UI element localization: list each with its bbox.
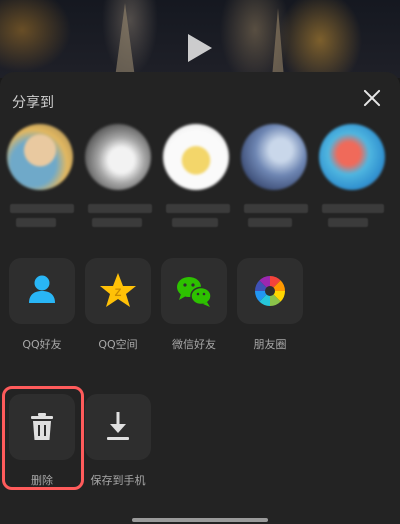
avatar [85, 124, 151, 190]
share-wechat-button[interactable]: 微信好友 [160, 258, 230, 358]
share-qq-friend-button[interactable]: QQ好友 [8, 258, 78, 358]
delete-button[interactable]: 删除 [8, 394, 78, 490]
app-tile [161, 258, 227, 324]
blurred-name [88, 204, 152, 213]
blurred-name [328, 218, 368, 227]
app-label: 保存到手机 [90, 474, 146, 487]
app-label: QQ空间 [98, 338, 138, 351]
share-actions: 删除 保存到手机 [0, 386, 400, 498]
contact-item[interactable] [80, 124, 156, 244]
play-icon[interactable] [188, 34, 212, 62]
save-to-phone-button[interactable]: 保存到手机 [84, 394, 154, 490]
avatar [241, 124, 307, 190]
share-moments-button[interactable]: 朋友圈 [236, 258, 306, 358]
download-icon [107, 412, 129, 440]
app-label: QQ好友 [22, 338, 62, 351]
blurred-name [248, 218, 292, 227]
contact-item[interactable] [2, 124, 78, 244]
avatar [7, 124, 73, 190]
close-icon[interactable] [360, 86, 384, 110]
app-tile [85, 394, 151, 460]
avatar [319, 124, 385, 190]
contact-item[interactable] [158, 124, 234, 244]
share-apps: QQ好友 Z QQ空间 微信好友 朋友圈 [0, 258, 400, 358]
svg-text:Z: Z [115, 287, 122, 299]
moments-aperture-icon [255, 276, 285, 306]
wechat-icon [177, 277, 212, 307]
app-tile [9, 258, 75, 324]
app-tile: Z [85, 258, 151, 324]
home-indicator [132, 518, 268, 522]
blurred-name [172, 218, 218, 227]
qq-friend-icon [29, 275, 55, 303]
trash-icon [31, 413, 53, 440]
qzone-star-icon: Z [100, 273, 136, 307]
blurred-name [166, 204, 230, 213]
recent-contacts [0, 124, 400, 244]
app-label: 微信好友 [172, 338, 216, 351]
app-label: 删除 [31, 474, 53, 487]
blurred-name [244, 204, 308, 213]
blurred-name [10, 204, 74, 213]
share-qzone-button[interactable]: Z QQ空间 [84, 258, 154, 358]
blurred-name [92, 218, 142, 227]
contact-item[interactable] [314, 124, 390, 244]
share-sheet: 分享到 QQ好友 Z QQ空间 微信好友 朋友圈 删除 保存到手机 [0, 72, 400, 524]
background-spire [272, 8, 284, 78]
app-tile [237, 258, 303, 324]
app-label: 朋友圈 [253, 338, 287, 351]
sheet-title: 分享到 [12, 95, 54, 111]
background-spire [115, 3, 135, 78]
blurred-name [322, 204, 384, 213]
contact-item[interactable] [236, 124, 312, 244]
blurred-name [16, 218, 56, 227]
app-tile [9, 394, 75, 460]
avatar [163, 124, 229, 190]
video-preview [0, 0, 400, 78]
